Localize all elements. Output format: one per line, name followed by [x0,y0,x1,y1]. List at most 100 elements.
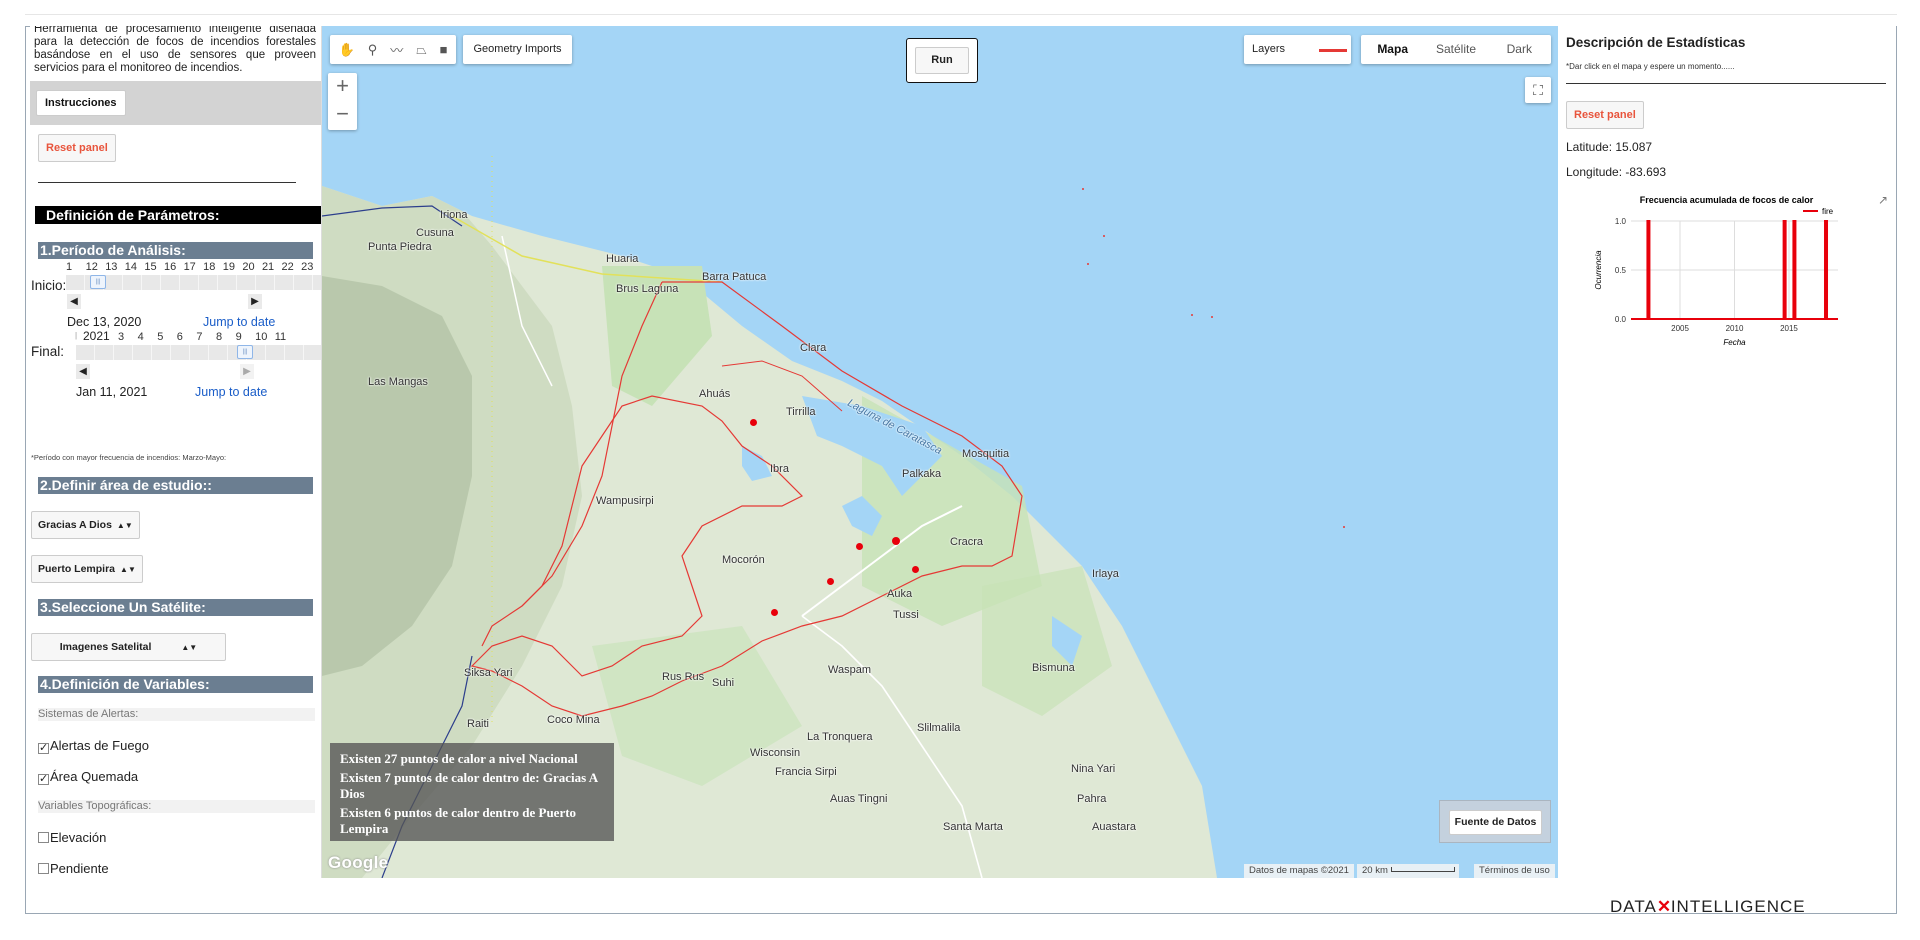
data-source-button[interactable]: Fuente de Datos [1449,810,1542,835]
zoom-out-icon[interactable]: − [328,101,357,129]
map-scale: 20 km [1357,864,1459,878]
polygon-icon[interactable]: ⏢ [416,42,426,58]
google-logo: Google [328,853,389,872]
place-label: Raiti [467,718,490,730]
place-label: Auas Tingni [830,793,888,805]
place-label: Waspam [828,664,871,676]
line-icon[interactable]: 〰 [390,40,403,59]
place-label: La Tronquera [807,731,873,743]
checkbox-unchecked-icon[interactable] [38,832,49,843]
stats-hint: *Dar click en el mapa y espere un moment… [1566,62,1735,71]
place-label: Mosquitia [962,448,1010,460]
period-block: Inicio: 1 12 13 14 15 16 17 18 19 20 21 22 23 ||| ◀ … [30,259,321,409]
hotspot-marker[interactable] [827,578,834,585]
slider-tick-label: 13 [105,261,118,273]
y-tick-label: 1.0 [1615,217,1627,226]
parameters-title: Definición de Parámetros: [35,206,321,224]
place-label: Auka [887,588,913,600]
place-label: Punta Piedra [368,241,432,253]
y-axis-label: Ocurrencia [1594,250,1603,290]
slider-tick-label: 3 [118,331,125,343]
place-label: Bismuna [1032,662,1075,674]
checkbox-checked-icon[interactable]: ✓ [38,743,49,754]
maptype-dark[interactable]: Dark [1488,35,1551,64]
slider-tick-label: 5 [157,331,164,343]
place-label: Iriona [440,209,468,221]
final-year: 2021 [83,329,110,343]
top-separator [25,14,1897,15]
reset-stats-button[interactable]: Reset panel [1566,101,1644,129]
rectangle-icon[interactable]: ■ [440,42,448,57]
geometry-imports-button[interactable]: Geometry Imports [463,35,572,64]
municipality-count-text: Existen 6 puntos de calor dentro de Puer… [340,805,577,836]
place-label: Francia Sirpi [775,766,837,778]
inicio-prev-arrow[interactable]: ◀ [67,294,81,309]
place-label: Brus Laguna [616,283,679,295]
final-prev-arrow[interactable]: ◀ [76,364,90,379]
slider-tick-label: 18 [203,261,216,273]
inicio-jump-to-date[interactable]: Jump to date [203,315,275,329]
topographic-variables-label: Variables Topográficas: [38,800,315,813]
inicio-label: Inicio: [31,278,67,293]
layers-control[interactable]: Layers [1244,35,1351,64]
hotspot-marker[interactable] [892,537,900,545]
slider-tick-label: 23 [301,261,314,273]
frequency-chart: Frecuencia acumulada de focos de calor 0.… [1566,189,1888,394]
burned-area-label: Área Quemada [50,769,139,784]
scale-label: 20 km [1362,865,1388,876]
zoom-in-icon[interactable]: + [328,73,357,101]
hotspot-marker[interactable] [912,566,919,573]
hotspot-marker[interactable] [750,419,757,426]
satellite-select[interactable]: Imagenes Satelital ▲▼ [31,633,226,661]
departamento-select[interactable]: Gracias A Dios ▲▼ [31,511,140,539]
final-slider[interactable] [76,345,321,360]
slope-checkbox[interactable]: Pendiente [38,861,109,876]
place-label: Barra Patuca [702,271,767,283]
place-label: Las Mangas [368,376,428,388]
burned-area-checkbox[interactable]: ✓ Área Quemada [38,769,138,785]
place-label: Santa Marta [943,821,1003,833]
brand-left: DATA [1610,897,1657,916]
map-canvas[interactable]: Iriona Cusuna Punta Piedra Huaria Brus L… [322,26,1558,878]
reset-panel-button[interactable]: Reset panel [38,134,116,162]
municipio-select[interactable]: Puerto Lempira ▲▼ [31,555,143,583]
place-label: Nina Yari [1071,763,1116,775]
terms-link[interactable]: Términos de uso [1474,864,1555,878]
fullscreen-icon[interactable]: ⛶ [1525,77,1551,103]
maptype-mapa[interactable]: Mapa [1361,35,1424,64]
x-tick-label: 2005 [1671,324,1689,333]
place-label: Wisconsin [750,747,801,759]
final-slider-thumb[interactable]: ||| [237,345,253,359]
hotspot-marker[interactable] [856,543,863,550]
final-next-arrow[interactable]: ▶ [240,364,254,379]
final-label: Final: [31,344,65,359]
slope-label: Pendiente [50,861,109,876]
checkbox-checked-icon[interactable]: ✓ [38,774,49,785]
right-panel: Descripción de Estadísticas *Dar click e… [1558,26,1896,878]
marker-icon[interactable]: ⚲ [368,42,378,58]
maptype-satelite[interactable]: Satélite [1424,35,1487,64]
latitude-text: Latitude: 15.087 [1566,140,1653,154]
divider [38,182,296,183]
checkbox-unchecked-icon[interactable] [38,863,49,874]
elevation-checkbox[interactable]: Elevación [38,830,106,845]
brand-right: INTELLIGENCE [1670,897,1806,916]
slider-tick-label: 14 [124,261,138,273]
place-label: Siksa Yari [464,667,513,679]
inicio-slider-thumb[interactable]: ||| [90,275,106,289]
instructions-button[interactable]: Instrucciones [36,90,126,116]
final-jump-to-date[interactable]: Jump to date [195,385,267,399]
slider-tick-label: 12 [85,261,98,273]
x-axis-label: Fecha [1723,338,1746,347]
hand-icon[interactable]: ✋ [339,42,355,58]
select-caret-icon: ▲▼ [181,643,198,652]
open-external-icon[interactable]: ↗ [1878,193,1888,207]
hotspot-marker[interactable] [771,609,778,616]
left-panel[interactable]: Herramienta de procesamiento inteligente… [30,26,322,878]
run-button[interactable]: Run [915,47,969,74]
inicio-next-arrow[interactable]: ▶ [248,294,262,309]
longitude-text: Longitude: -83.693 [1566,165,1667,179]
map-data-attribution[interactable]: Datos de mapas ©2021 [1244,864,1354,878]
fire-alerts-checkbox[interactable]: ✓ Alertas de Fuego [38,738,149,754]
brand-x-icon: ✕ [1656,897,1673,916]
